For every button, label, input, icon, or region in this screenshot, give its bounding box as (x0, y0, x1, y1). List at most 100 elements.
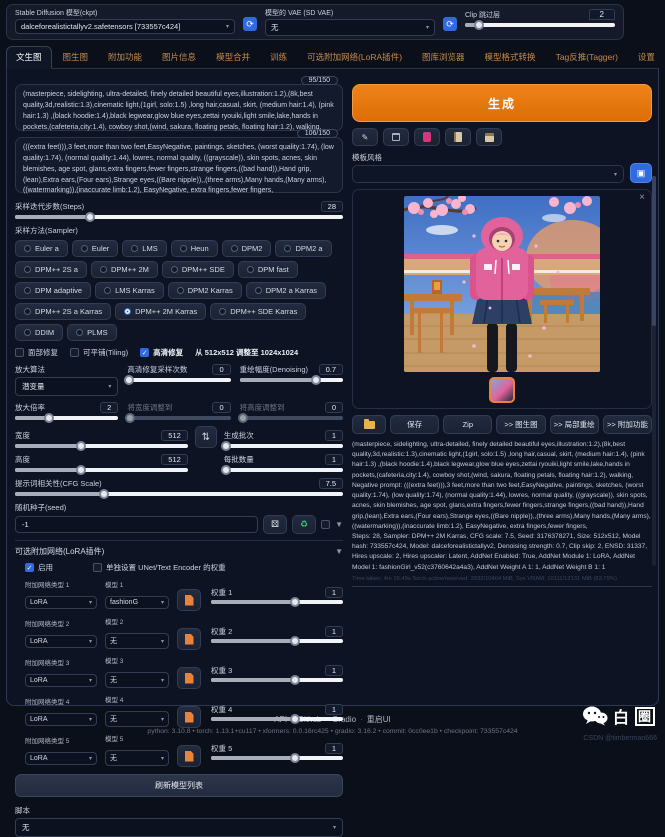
lora-model-select[interactable]: 无▾ (105, 672, 169, 688)
lora-model-select[interactable]: 无▾ (105, 711, 169, 727)
lora-type-select[interactable]: LoRA▾ (25, 674, 97, 687)
tab-png-info[interactable]: 图片信息 (153, 47, 205, 68)
scrollbar[interactable] (652, 176, 656, 566)
slider-handle[interactable] (76, 465, 86, 475)
slider-handle[interactable] (44, 413, 54, 423)
tab-additional-networks[interactable]: 可选附加网络(LoRA插件) (298, 47, 411, 68)
vae-select[interactable]: 无 ▾ (265, 19, 435, 36)
slider-handle[interactable] (124, 375, 134, 385)
sampler-option[interactable]: PLMS (67, 324, 116, 341)
sampler-option[interactable]: LMS Karras (95, 282, 164, 299)
sampler-option[interactable]: Euler a (15, 240, 68, 257)
lora-model-info-button[interactable] (177, 706, 201, 728)
lora-model-select[interactable]: fashionG▾ (105, 596, 169, 609)
apply-style-button[interactable] (445, 128, 471, 146)
hires-steps-value[interactable]: 0 (212, 364, 230, 375)
tiling-checkbox[interactable]: 可平铺(Tiling) (70, 347, 128, 358)
gallery-thumbnail[interactable] (489, 377, 515, 403)
slider-handle[interactable] (290, 714, 300, 724)
slider-handle[interactable] (290, 597, 300, 607)
seed-input[interactable]: -1 (15, 516, 258, 533)
sampler-option[interactable]: DPM2 a (275, 240, 331, 257)
extra-seed-checkbox[interactable] (321, 520, 330, 529)
lora-type-select[interactable]: LoRA▾ (25, 596, 97, 609)
close-icon[interactable]: × (639, 192, 645, 203)
random-seed-button[interactable]: ⚄ (263, 515, 287, 534)
sampler-option[interactable]: DPM++ 2M (91, 261, 158, 278)
restore-faces-checkbox[interactable]: 面部修复 (15, 347, 58, 358)
upscale-by-value[interactable]: 2 (100, 402, 118, 413)
vae-refresh-button[interactable]: ⟳ (443, 17, 457, 31)
save-button[interactable]: 保存 (390, 415, 439, 434)
lora-type-select[interactable]: LoRA▾ (25, 752, 97, 765)
sampler-option[interactable]: DPM fast (238, 261, 298, 278)
lora-weight-value[interactable]: 1 (325, 626, 343, 637)
lora-type-select[interactable]: LoRA▾ (25, 635, 97, 648)
slider-handle[interactable] (221, 465, 231, 475)
sampler-option[interactable]: DPM++ SDE (162, 261, 234, 278)
batch-count-value[interactable]: 1 (325, 430, 343, 441)
sampler-option[interactable]: Euler (72, 240, 119, 257)
lora-model-info-button[interactable] (177, 628, 201, 650)
slider-handle[interactable] (474, 20, 484, 30)
sampler-option[interactable]: DDIM (15, 324, 63, 341)
lora-weight-value[interactable]: 1 (325, 587, 343, 598)
lora-weight-slider[interactable] (211, 756, 343, 760)
upscale-by-slider[interactable] (15, 416, 118, 420)
lora-weight-slider[interactable] (211, 717, 343, 721)
lora-weight-value[interactable]: 1 (325, 743, 343, 754)
height-slider[interactable] (15, 468, 188, 472)
slider-handle[interactable] (290, 675, 300, 685)
sampler-option[interactable]: DPM2 (222, 240, 272, 257)
tab-model-converter[interactable]: 模型格式转换 (476, 47, 545, 68)
tab-txt2img[interactable]: 文生图 (6, 46, 52, 69)
sampler-option[interactable]: DPM++ SDE Karras (210, 303, 306, 320)
slider-handle[interactable] (290, 753, 300, 763)
width-value[interactable]: 512 (161, 430, 188, 441)
ckpt-refresh-button[interactable]: ⟳ (243, 17, 257, 31)
paste-params-button[interactable]: ✎ (352, 128, 378, 146)
lora-weight-value[interactable]: 1 (325, 704, 343, 715)
upscaler-select[interactable]: 潜变量▾ (15, 377, 118, 396)
clear-prompt-button[interactable] (383, 128, 409, 146)
sampler-option[interactable]: DPM++ 2S a Karras (15, 303, 111, 320)
apply-selected-style-button[interactable]: ▣ (630, 163, 652, 183)
steps-value[interactable]: 28 (321, 201, 343, 212)
prompt-input[interactable]: 95/150 (masterpiece, sidelighting, ultra… (15, 84, 343, 131)
slider-handle[interactable] (76, 441, 86, 451)
send-to-inpaint-button[interactable]: >> 局部重绘 (550, 415, 599, 434)
swap-dimensions-button[interactable]: ⇅ (195, 426, 217, 448)
sampler-option[interactable]: LMS (122, 240, 166, 257)
generate-button[interactable]: 生成 (352, 84, 652, 122)
tab-checkpoint-merger[interactable]: 模型合并 (207, 47, 259, 68)
lora-weight-slider[interactable] (211, 678, 343, 682)
reuse-seed-button[interactable]: ♻ (292, 515, 316, 534)
refresh-models-button[interactable]: 刷新模型列表 (15, 774, 343, 797)
denoising-slider[interactable] (240, 378, 343, 382)
sampler-option[interactable]: DPM2 a Karras (246, 282, 326, 299)
style-select[interactable]: ▾ (352, 165, 624, 183)
sampler-option[interactable]: DPM++ 2S a (15, 261, 87, 278)
batch-size-value[interactable]: 1 (325, 454, 343, 465)
save-style-button[interactable] (476, 128, 502, 146)
sampler-option[interactable]: Heun (171, 240, 218, 257)
clip-skip-slider[interactable] (465, 23, 615, 27)
tab-tagger[interactable]: Tag反推(Tagger) (547, 47, 627, 68)
lora-weight-slider[interactable] (211, 639, 343, 643)
batch-count-slider[interactable] (224, 444, 343, 448)
clip-skip-value[interactable]: 2 (589, 9, 615, 20)
restart-ui-link[interactable]: 重启UI (367, 715, 391, 724)
tab-train[interactable]: 训练 (261, 47, 296, 68)
addnet-separate-weights-checkbox[interactable]: 单独设置 UNet/Text Encoder 的权重 (93, 562, 226, 573)
send-to-img2img-button[interactable]: >> 图生图 (496, 415, 545, 434)
sampler-option[interactable]: DPM adaptive (15, 282, 91, 299)
cfg-slider[interactable] (15, 492, 343, 496)
cfg-value[interactable]: 7.5 (319, 478, 343, 489)
slider-handle[interactable] (85, 212, 95, 222)
height-value[interactable]: 512 (161, 454, 188, 465)
steps-slider[interactable] (15, 215, 343, 219)
tab-image-browser[interactable]: 图库浏览器 (413, 47, 474, 68)
addnet-enable-checkbox[interactable]: ✓启用 (25, 562, 53, 573)
generated-image[interactable] (404, 196, 600, 372)
sampler-option-selected[interactable]: DPM++ 2M Karras (115, 303, 206, 320)
